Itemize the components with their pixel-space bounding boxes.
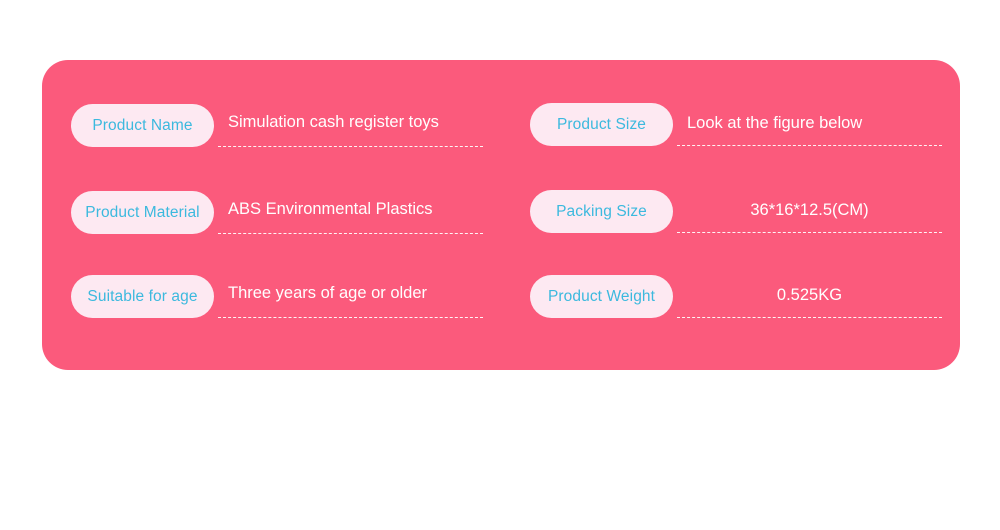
spec-value-text: Look at the figure below — [687, 114, 863, 132]
spec-value-block: Three years of age or older — [218, 275, 483, 318]
spec-label-text: Product Name — [92, 116, 193, 134]
spec-value-underline — [218, 317, 483, 318]
spec-value-block: Look at the figure below — [677, 103, 942, 146]
spec-value-block: 36*16*12.5(CM) — [677, 190, 942, 233]
spec-label-text: Suitable for age — [87, 287, 198, 305]
spec-label-pill-product-name: Product Name — [71, 104, 214, 147]
spec-label-text: Packing Size — [556, 202, 647, 220]
spec-column-left: Product Name Simulation cash register to… — [42, 60, 501, 370]
spec-value-text: Simulation cash register toys — [228, 113, 439, 131]
spec-column-right: Product Size Look at the figure below Pa… — [501, 60, 960, 370]
spec-row: Suitable for age Three years of age or o… — [71, 275, 483, 318]
spec-label-pill-product-weight: Product Weight — [530, 275, 673, 318]
spec-label-pill-product-size: Product Size — [530, 103, 673, 146]
spec-value-underline — [677, 232, 942, 233]
spec-value-text: 36*16*12.5(CM) — [750, 201, 869, 219]
spec-row: Packing Size 36*16*12.5(CM) — [530, 190, 942, 233]
spec-row: Product Size Look at the figure below — [530, 103, 942, 146]
spec-value-block: ABS Environmental Plastics — [218, 191, 483, 234]
spec-value-underline — [677, 145, 942, 146]
product-spec-card: Product Name Simulation cash register to… — [42, 60, 960, 370]
spec-value-underline — [218, 146, 483, 147]
spec-label-pill-product-material: Product Material — [71, 191, 214, 234]
spec-value-block: 0.525KG — [677, 275, 942, 318]
spec-value-text: Three years of age or older — [228, 284, 428, 302]
spec-value-text: ABS Environmental Plastics — [228, 200, 433, 218]
spec-value-text: 0.525KG — [776, 286, 843, 304]
spec-row: Product Material ABS Environmental Plast… — [71, 191, 483, 234]
spec-value-underline — [218, 233, 483, 234]
spec-label-text: Product Size — [556, 115, 647, 133]
spec-label-text: Product Weight — [547, 287, 656, 305]
spec-value-underline — [677, 317, 942, 318]
spec-label-text: Product Material — [85, 203, 200, 221]
spec-value-block: Simulation cash register toys — [218, 104, 483, 147]
spec-label-pill-suitable-for-age: Suitable for age — [71, 275, 214, 318]
spec-label-pill-packing-size: Packing Size — [530, 190, 673, 233]
spec-row: Product Name Simulation cash register to… — [71, 104, 483, 147]
spec-row: Product Weight 0.525KG — [530, 275, 942, 318]
